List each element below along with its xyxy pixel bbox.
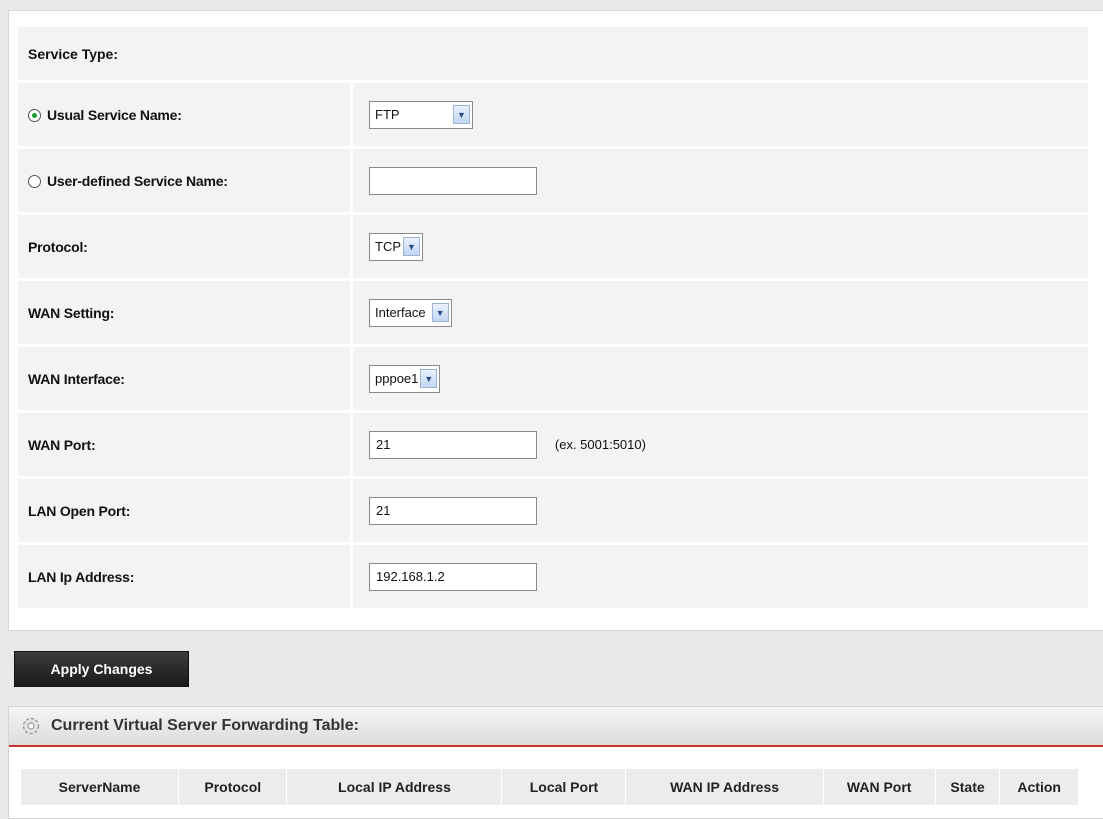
lan-ip-row: LAN Ip Address: 192.168.1.2 [18, 545, 1088, 608]
user-defined-row: User-defined Service Name: [18, 149, 1088, 212]
apply-changes-button[interactable]: Apply Changes [14, 651, 189, 687]
forwarding-table-section: Current Virtual Server Forwarding Table:… [8, 706, 1103, 819]
usual-service-radio[interactable] [28, 108, 41, 122]
wan-port-row: WAN Port: 21 (ex. 5001:5010) [18, 413, 1088, 476]
forwarding-table-title: Current Virtual Server Forwarding Table: [51, 717, 359, 734]
usual-service-row: Usual Service Name: FTP ▼ [18, 83, 1088, 146]
protocol-label: Protocol: [18, 215, 350, 278]
chevron-down-icon: ▼ [420, 369, 438, 388]
usual-service-label-cell: Usual Service Name: [18, 83, 350, 146]
chevron-down-icon: ▼ [431, 303, 449, 322]
wan-setting-row: WAN Setting: Interface ▼ [18, 281, 1088, 344]
lan-ip-input[interactable]: 192.168.1.2 [369, 562, 537, 591]
usual-service-select[interactable]: FTP ▼ [369, 100, 473, 129]
col-protocol: Protocol [178, 769, 288, 805]
lan-ip-label: LAN Ip Address: [18, 545, 350, 608]
protocol-select[interactable]: TCP ▼ [369, 232, 423, 261]
wan-setting-select[interactable]: Interface ▼ [369, 298, 452, 327]
col-action: Action [999, 769, 1079, 805]
user-defined-label: User-defined Service Name: [47, 172, 228, 189]
usual-service-select-value: FTP [375, 107, 400, 122]
col-state: State [935, 769, 1001, 805]
forwarding-table: ServerName Protocol Local IP Address Loc… [21, 769, 1079, 805]
service-form: Service Type: Usual Service Name: FTP ▼ … [18, 24, 1088, 611]
col-wan-ip: WAN IP Address [625, 769, 824, 805]
protocol-row: Protocol: TCP ▼ [18, 215, 1088, 278]
wan-interface-label: WAN Interface: [18, 347, 350, 410]
col-local-port: Local Port [501, 769, 627, 805]
col-wan-port: WAN Port [823, 769, 936, 805]
wan-interface-row: WAN Interface: pppoe1 ▼ [18, 347, 1088, 410]
wan-interface-select-value: pppoe1 [375, 371, 419, 386]
wan-port-input[interactable]: 21 [369, 430, 537, 459]
wan-setting-select-value: Interface [375, 305, 426, 320]
wan-port-label: WAN Port: [18, 413, 350, 476]
service-type-label: Service Type: [18, 27, 1088, 80]
wan-port-hint: (ex. 5001:5010) [554, 437, 646, 452]
chevron-down-icon: ▼ [403, 237, 420, 256]
forwarding-table-header: Current Virtual Server Forwarding Table: [9, 707, 1103, 747]
forwarding-table-header-row: ServerName Protocol Local IP Address Loc… [21, 769, 1079, 805]
wan-interface-select[interactable]: pppoe1 ▼ [369, 364, 441, 393]
chevron-down-icon: ▼ [453, 105, 470, 124]
lan-open-port-label: LAN Open Port: [18, 479, 350, 542]
user-defined-label-cell: User-defined Service Name: [18, 149, 350, 212]
service-type-row: Service Type: [18, 27, 1088, 80]
user-defined-radio[interactable] [28, 174, 41, 188]
usual-service-label: Usual Service Name: [47, 106, 182, 123]
lan-open-port-input[interactable]: 21 [369, 496, 537, 525]
protocol-select-value: TCP [375, 239, 401, 254]
col-local-ip: Local IP Address [286, 769, 503, 805]
gear-icon [22, 717, 40, 735]
lan-open-port-row: LAN Open Port: 21 [18, 479, 1088, 542]
user-defined-service-input[interactable] [369, 166, 537, 195]
col-servername: ServerName [21, 769, 180, 805]
wan-setting-label: WAN Setting: [18, 281, 350, 344]
